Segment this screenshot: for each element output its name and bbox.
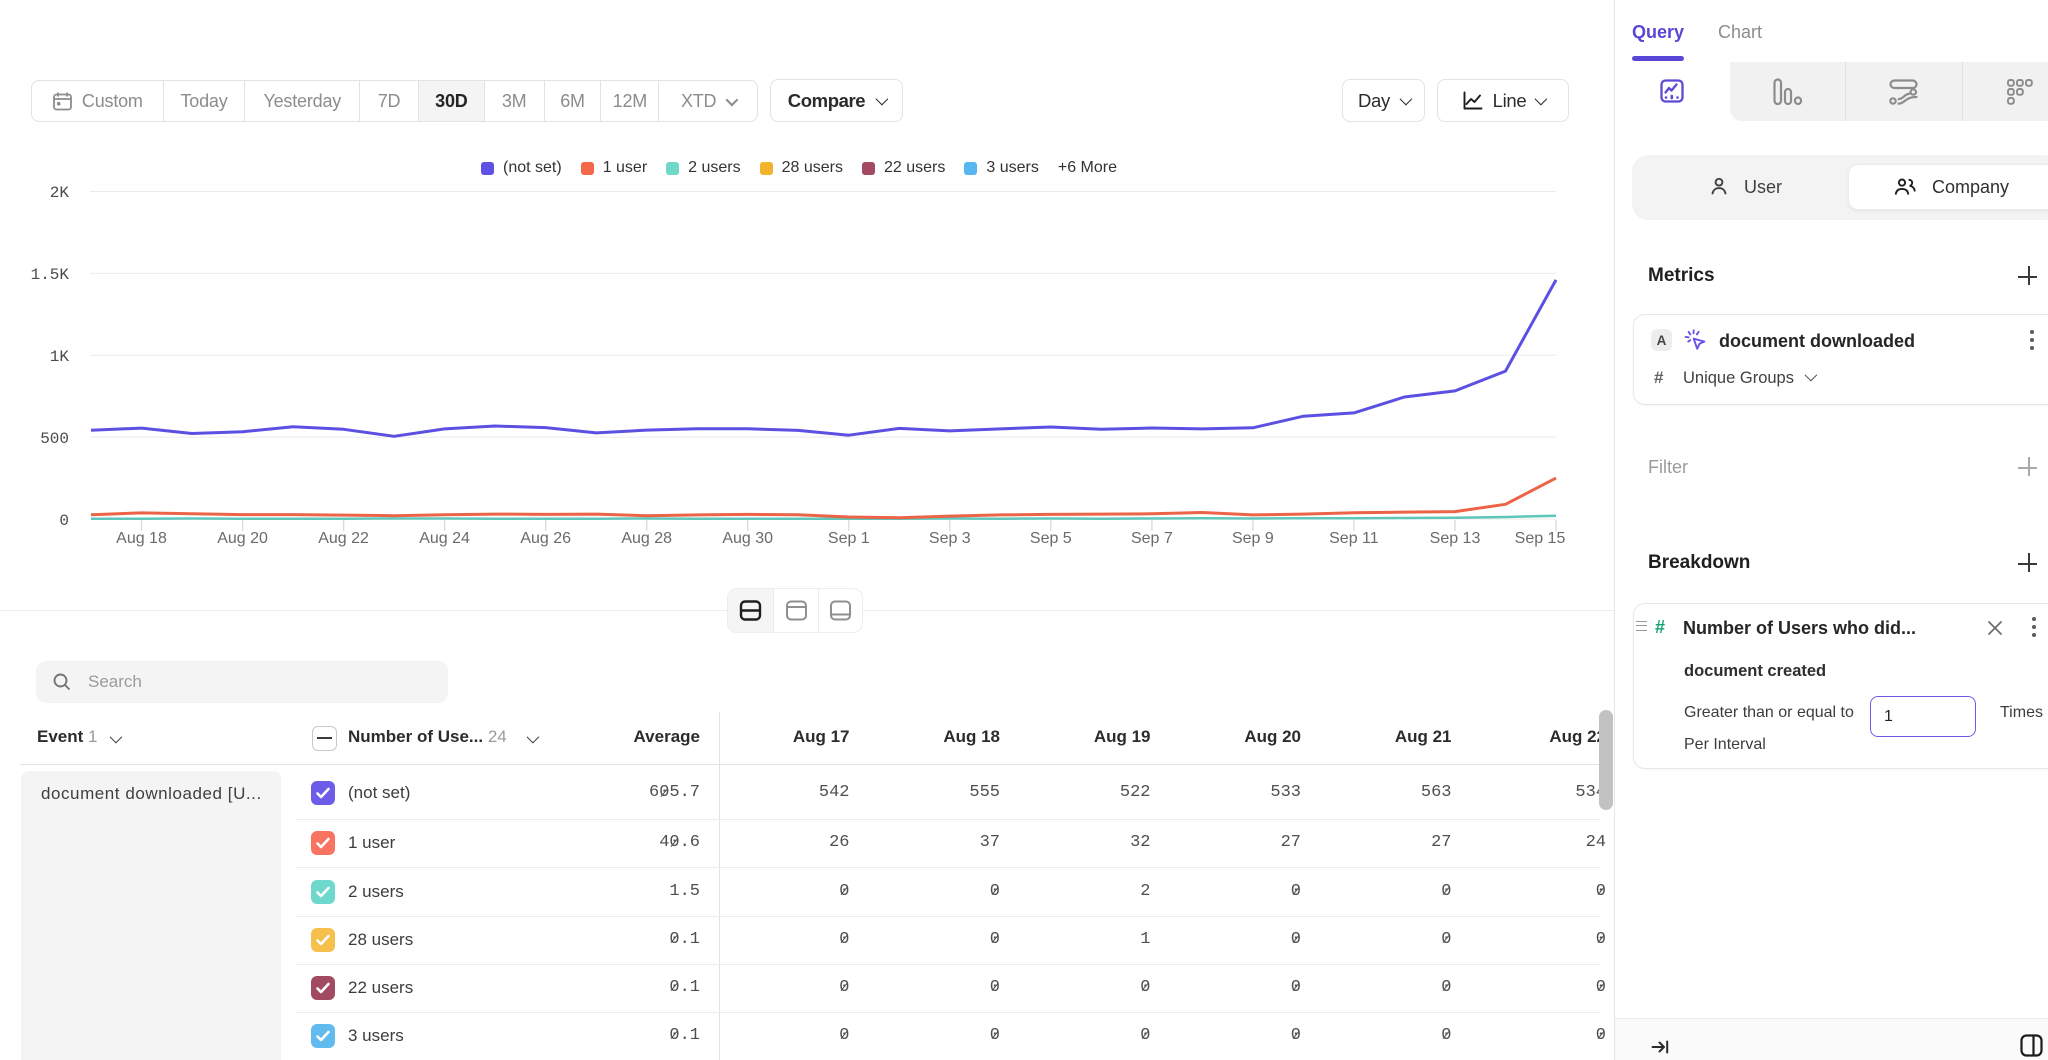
svg-text:500: 500 (40, 430, 69, 448)
svg-text:Sep 7: Sep 7 (1131, 530, 1173, 547)
svg-text:Aug 20: Aug 20 (217, 530, 268, 547)
svg-text:Aug 26: Aug 26 (520, 530, 571, 547)
svg-text:Sep 13: Sep 13 (1430, 530, 1481, 547)
svg-text:Sep 15: Sep 15 (1515, 530, 1566, 547)
svg-text:Aug 28: Aug 28 (621, 530, 672, 547)
svg-text:0: 0 (59, 512, 69, 530)
svg-text:Sep 9: Sep 9 (1232, 530, 1274, 547)
svg-text:1K: 1K (50, 348, 70, 366)
svg-text:2K: 2K (50, 184, 70, 202)
svg-text:Aug 24: Aug 24 (419, 530, 470, 547)
svg-text:Sep 5: Sep 5 (1030, 530, 1072, 547)
svg-text:1.5K: 1.5K (31, 266, 70, 284)
svg-text:Aug 22: Aug 22 (318, 530, 369, 547)
svg-text:Sep 3: Sep 3 (929, 530, 971, 547)
svg-text:Aug 30: Aug 30 (722, 530, 773, 547)
svg-text:Aug 18: Aug 18 (116, 530, 167, 547)
svg-text:Sep 11: Sep 11 (1329, 530, 1379, 547)
svg-text:Sep 1: Sep 1 (828, 530, 870, 547)
